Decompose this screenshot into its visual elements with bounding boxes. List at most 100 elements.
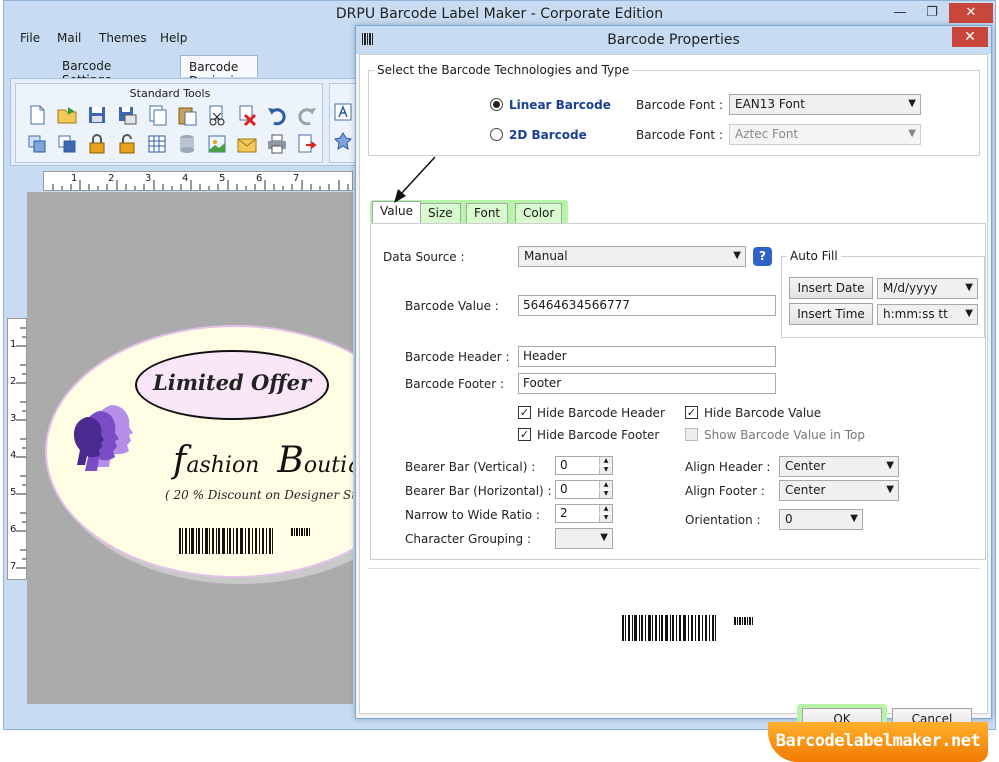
group-icon[interactable]	[56, 133, 78, 155]
cut-icon[interactable]	[206, 104, 228, 126]
close-button[interactable]: ✕	[949, 3, 993, 23]
image-icon[interactable]	[206, 133, 228, 155]
align-footer-select[interactable]: Center ▼	[779, 480, 899, 501]
hide-footer-label[interactable]: Hide Barcode Footer	[537, 428, 659, 442]
time-format-select[interactable]: h:mm:ss tt ▼	[877, 304, 978, 325]
ratio-stepper[interactable]: 2 ▲ ▼	[555, 504, 613, 523]
2d-barcode-radio[interactable]	[490, 128, 503, 141]
copy-page-icon[interactable]	[146, 104, 168, 126]
offer-text[interactable]: Limited Offer	[135, 370, 329, 395]
discount-text[interactable]: ( 20 % Discount on Designer Suite	[165, 488, 353, 502]
app-title: DRPU Barcode Label Maker - Corporate Edi…	[335, 6, 664, 22]
align-header-select[interactable]: Center ▼	[779, 456, 899, 477]
menu-file[interactable]: File	[20, 31, 40, 45]
dialog-close-button[interactable]: ✕	[952, 27, 988, 47]
ruler-number: 4	[182, 173, 189, 184]
restore-button[interactable]: ❐	[918, 3, 946, 23]
undo-icon[interactable]	[266, 104, 288, 126]
divider	[368, 568, 980, 569]
barcode-value-input[interactable]: 56464634566777	[518, 295, 776, 316]
header-input[interactable]: Header	[518, 346, 776, 367]
lock-icon[interactable]	[86, 133, 108, 155]
ruler-number: 1	[71, 173, 78, 184]
save-icon[interactable]	[86, 104, 108, 126]
pointer-arrow-icon	[394, 156, 436, 203]
menu-help[interactable]: Help	[160, 31, 187, 45]
brand-badge: Barcodelabelmaker.net	[768, 722, 988, 762]
show-value-top-checkbox[interactable]	[685, 428, 698, 441]
grid-icon[interactable]	[146, 133, 168, 155]
align-footer-value: Center	[785, 483, 826, 497]
bearer-vertical-stepper[interactable]: 0 ▲ ▼	[555, 456, 613, 475]
hide-header-label[interactable]: Hide Barcode Header	[537, 406, 665, 420]
mail-icon[interactable]	[236, 133, 258, 155]
tab-color[interactable]: Color	[515, 203, 563, 223]
menu-themes[interactable]: Themes	[99, 31, 147, 45]
tab-barcode-settings[interactable]: Barcode Settings	[54, 55, 119, 87]
design-canvas[interactable]: Limited Offer fashion Boutique ( 20 % Dis…	[27, 192, 353, 704]
linear-font-select[interactable]: EAN13 Font ▼	[729, 94, 921, 115]
fashion-boutique-text[interactable]: fashion Boutique	[173, 440, 353, 481]
export-icon[interactable]	[296, 133, 318, 155]
tab-barcode-designing-view[interactable]: Barcode Designing View	[180, 55, 258, 102]
2d-font-label: Barcode Font :	[636, 128, 723, 142]
stepper-up-icon[interactable]: ▲	[599, 481, 612, 489]
insert-time-button[interactable]: Insert Time	[789, 303, 873, 325]
orientation-select[interactable]: 0 ▼	[779, 509, 863, 530]
linear-barcode-radio[interactable]	[490, 98, 503, 111]
stepper-down-icon[interactable]: ▼	[599, 466, 612, 474]
layers-icon[interactable]	[26, 133, 48, 155]
boutique-word: outique	[303, 453, 353, 478]
print-icon[interactable]	[266, 133, 288, 155]
stepper-down-icon[interactable]: ▼	[599, 490, 612, 498]
hide-header-checkbox[interactable]: ✓	[518, 406, 531, 419]
bearer-horizontal-stepper[interactable]: 0 ▲ ▼	[555, 480, 613, 499]
tab-font[interactable]: Font	[466, 203, 509, 223]
faces-logo-icon[interactable]	[71, 397, 141, 477]
ruler-number: 5	[10, 487, 17, 498]
technology-legend: Select the Barcode Technologies and Type	[374, 63, 633, 77]
minimize-button[interactable]: —	[886, 3, 914, 23]
hide-footer-checkbox[interactable]: ✓	[518, 428, 531, 441]
hide-value-label[interactable]: Hide Barcode Value	[704, 406, 821, 420]
open-icon[interactable]	[56, 104, 78, 126]
ribbon-panel: Standard Tools	[10, 78, 360, 166]
ruler-number: 3	[10, 413, 17, 424]
ruler-number: 2	[10, 376, 17, 387]
database-icon[interactable]	[176, 133, 198, 155]
ratio-label: Narrow to Wide Ratio :	[405, 508, 540, 522]
save-as-icon[interactable]	[116, 104, 138, 126]
footer-label: Barcode Footer :	[405, 377, 505, 391]
stepper-down-icon[interactable]: ▼	[599, 514, 612, 522]
shape-tool-icon[interactable]	[333, 131, 353, 151]
help-button[interactable]: ?	[753, 247, 772, 266]
chevron-down-icon: ▼	[908, 128, 916, 139]
paste-icon[interactable]	[176, 104, 198, 126]
stepper-up-icon[interactable]: ▲	[599, 457, 612, 465]
ruler-number: 3	[145, 173, 152, 184]
grouping-select[interactable]: ▼	[555, 528, 613, 549]
chevron-down-icon: ▼	[886, 460, 894, 471]
delete-icon[interactable]	[236, 104, 258, 126]
date-format-select[interactable]: M/d/yyyy ▼	[877, 278, 978, 299]
new-icon[interactable]	[26, 104, 48, 126]
menu-mail[interactable]: Mail	[57, 31, 81, 45]
2d-font-select[interactable]: Aztec Font ▼	[729, 124, 921, 145]
text-tool-icon[interactable]	[333, 102, 353, 122]
insert-date-button[interactable]: Insert Date	[789, 277, 873, 299]
2d-barcode-label[interactable]: 2D Barcode	[509, 128, 587, 142]
unlock-icon[interactable]	[116, 133, 138, 155]
stepper-up-icon[interactable]: ▲	[599, 505, 612, 513]
footer-input[interactable]: Footer	[518, 373, 776, 394]
ruler-number: 1	[10, 339, 17, 350]
header-label: Barcode Header :	[405, 350, 510, 364]
redo-icon[interactable]	[296, 104, 318, 126]
hide-value-checkbox[interactable]: ✓	[685, 406, 698, 419]
show-value-top-label[interactable]: Show Barcode Value in Top	[704, 428, 865, 442]
fashion-word: ashion	[186, 453, 260, 478]
data-source-select[interactable]: Manual ▼	[518, 246, 746, 267]
bearer-vertical-value: 0	[560, 458, 568, 472]
linear-barcode-label[interactable]: Linear Barcode	[509, 98, 611, 112]
ruler-number: 4	[10, 450, 17, 461]
label-barcode-image[interactable]	[179, 526, 319, 556]
